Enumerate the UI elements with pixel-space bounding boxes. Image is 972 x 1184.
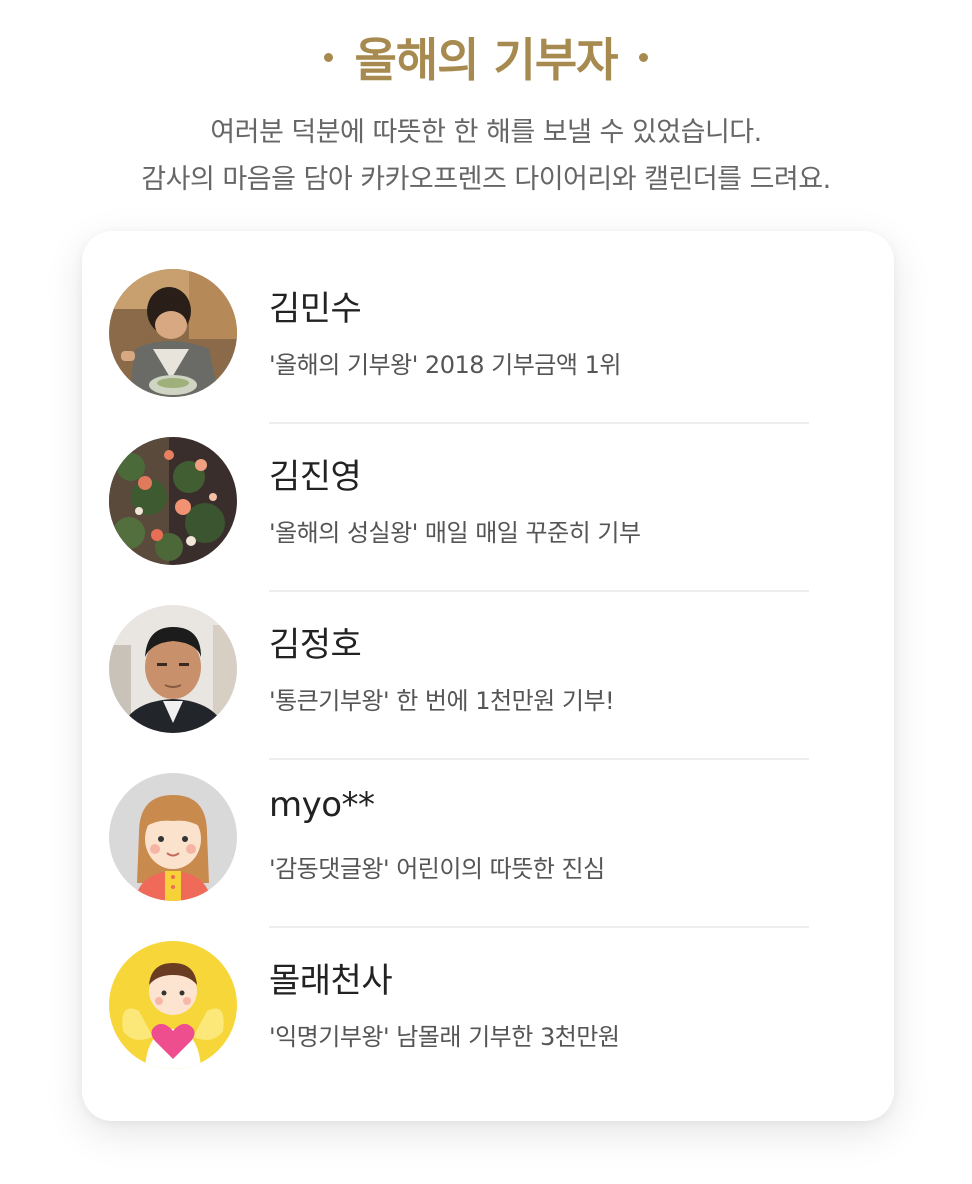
donor-name: 김진영 <box>269 457 362 497</box>
donor-list-card: 김민수 '올해의 기부왕' 2018 기부금액 1위 김진영 '올해의 성실왕'… <box>82 231 894 1121</box>
donor-description: '통큰기부왕' 한 번에 1천만원 기부! <box>269 687 615 715</box>
flowers-photo-icon <box>109 437 237 565</box>
donor-description: '익명기부왕' 남몰래 기부한 3천만원 <box>269 1023 620 1051</box>
donor-item: 김정호 '통큰기부왕' 한 번에 1천만원 기부! <box>82 567 894 760</box>
donor-item: 김진영 '올해의 성실왕' 매일 매일 꾸준히 기부 <box>82 399 894 592</box>
avatar <box>109 269 237 397</box>
angel-heart-illustration-icon <box>109 941 237 1069</box>
donor-name: 김민수 <box>269 289 362 329</box>
man-eating-photo-icon <box>109 269 237 397</box>
subtitle-line-1: 여러분 덕분에 따뜻한 한 해를 보낼 수 있었습니다. <box>210 117 762 148</box>
avatar <box>109 941 237 1069</box>
donor-name: 몰래천사 <box>269 961 393 1001</box>
avatar <box>109 605 237 733</box>
page-title-text: 올해의 기부자 <box>354 33 619 87</box>
girl-illustration-icon <box>109 773 237 901</box>
donor-name: myo** <box>269 785 375 825</box>
avatar <box>109 773 237 901</box>
page-title: 올해의 기부자 <box>0 22 972 92</box>
donor-description: '올해의 기부왕' 2018 기부금액 1위 <box>269 351 621 379</box>
donor-item: myo** '감동댓글왕' 어린이의 따뜻한 진심 <box>82 735 894 928</box>
man-portrait-photo-icon <box>109 605 237 733</box>
subtitle-line-2: 감사의 마음을 담아 카카오프렌즈 다이어리와 캘린더를 드려요. <box>141 164 831 195</box>
donor-description: '감동댓글왕' 어린이의 따뜻한 진심 <box>269 855 605 883</box>
avatar <box>109 437 237 565</box>
donor-description: '올해의 성실왕' 매일 매일 꾸준히 기부 <box>269 519 641 547</box>
donor-item: 김민수 '올해의 기부왕' 2018 기부금액 1위 <box>82 231 894 424</box>
donor-item: 몰래천사 '익명기부왕' 남몰래 기부한 3천만원 <box>82 903 894 1071</box>
bullet-dot-icon <box>323 52 333 62</box>
donor-name: 김정호 <box>269 625 362 665</box>
bullet-dot-icon <box>639 52 649 62</box>
